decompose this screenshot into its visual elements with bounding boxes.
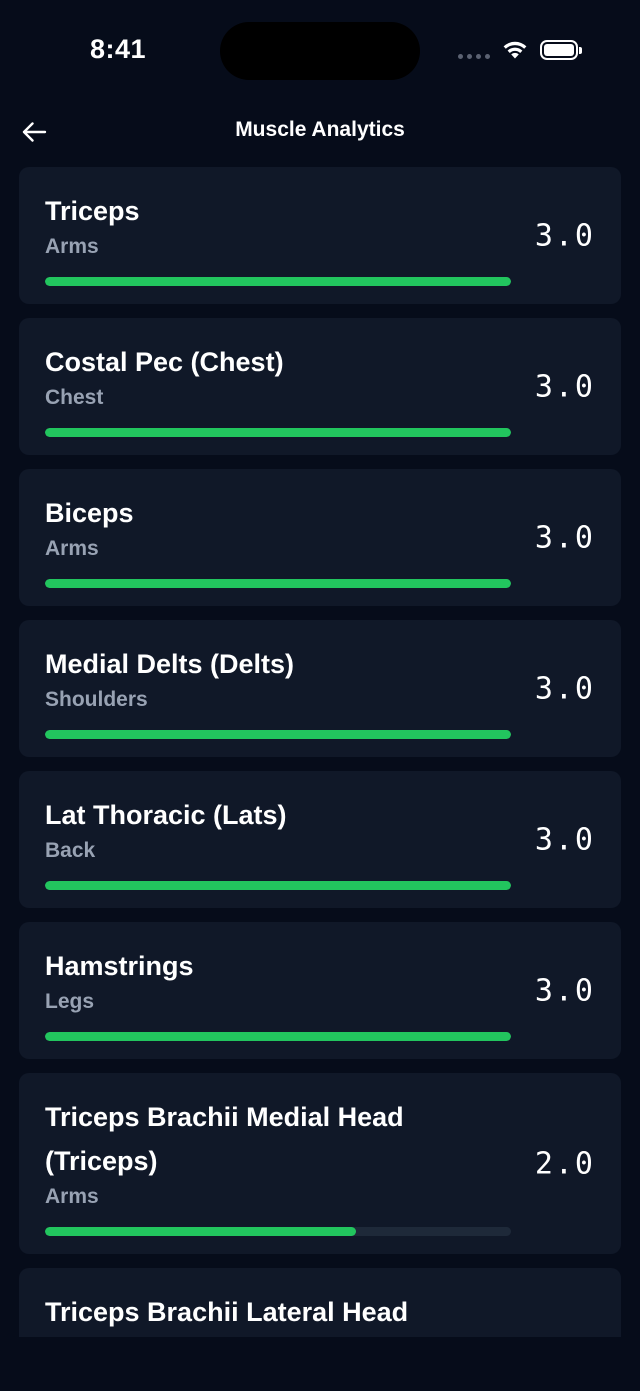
battery-icon	[540, 40, 582, 60]
muscle-value: 2.0	[534, 1146, 595, 1181]
muscle-card[interactable]: Triceps Brachii Medial Head (Triceps) Arm…	[19, 1073, 621, 1254]
progress-fill	[45, 881, 511, 890]
progress-track	[45, 277, 511, 286]
status-bar: 8:41	[0, 0, 640, 100]
muscle-value: 3.0	[534, 218, 595, 253]
muscle-group: Arms	[45, 235, 99, 258]
cellular-signal-icon	[458, 54, 490, 59]
muscle-name: Costal Pec (Chest)	[45, 347, 284, 377]
muscle-list[interactable]: Triceps Arms 3.0 Costal Pec (Chest) Chest 3.0…	[19, 167, 621, 1337]
muscle-group: Arms	[45, 1185, 99, 1208]
muscle-card[interactable]: Medial Delts (Delts) Shoulders 3.0	[19, 620, 621, 757]
progress-fill	[45, 1032, 511, 1041]
muscle-group: Shoulders	[45, 688, 148, 711]
wifi-icon	[503, 41, 527, 59]
muscle-name: Triceps Brachii Medial Head (Triceps)	[45, 1102, 404, 1176]
progress-fill	[45, 428, 511, 437]
progress-fill	[45, 579, 511, 588]
progress-track	[45, 1227, 511, 1236]
muscle-name: Biceps	[45, 498, 134, 528]
page-title: Muscle Analytics	[235, 118, 405, 141]
progress-track	[45, 1032, 511, 1041]
muscle-value: 3.0	[534, 520, 595, 555]
muscle-name: Medial Delts (Delts)	[45, 649, 295, 679]
progress-track	[45, 730, 511, 739]
muscle-card[interactable]: Triceps Arms 3.0	[19, 167, 621, 304]
muscle-name: Triceps Brachii Lateral Head (Triceps)	[45, 1297, 409, 1327]
muscle-card[interactable]: Lat Thoracic (Lats) Back 3.0	[19, 771, 621, 908]
progress-track	[45, 881, 511, 890]
muscle-group: Legs	[45, 990, 95, 1013]
nav-bar: Muscle Analytics	[0, 108, 640, 154]
muscle-name: Hamstrings	[45, 951, 194, 981]
muscle-card[interactable]: Costal Pec (Chest) Chest 3.0	[19, 318, 621, 455]
muscle-card[interactable]: Biceps Arms 3.0	[19, 469, 621, 606]
progress-fill	[45, 277, 511, 286]
muscle-name: Lat Thoracic (Lats)	[45, 800, 287, 830]
muscle-group: Arms	[45, 537, 99, 560]
muscle-value: 3.0	[534, 973, 595, 1008]
progress-fill	[45, 1227, 356, 1236]
progress-track	[45, 428, 511, 437]
muscle-card[interactable]: Triceps Brachii Lateral Head (Triceps)Ar…	[19, 1268, 621, 1337]
muscle-group: Back	[45, 839, 96, 862]
progress-track	[45, 579, 511, 588]
muscle-value: 3.0	[534, 369, 595, 404]
muscle-name: Triceps	[45, 196, 140, 226]
dynamic-island	[220, 22, 420, 80]
muscle-value: 3.0	[534, 822, 595, 857]
muscle-value: 3.0	[534, 671, 595, 706]
muscle-group: Chest	[45, 386, 104, 409]
progress-fill	[45, 730, 511, 739]
status-time: 8:41	[90, 34, 147, 64]
muscle-card[interactable]: Hamstrings Legs 3.0	[19, 922, 621, 1059]
